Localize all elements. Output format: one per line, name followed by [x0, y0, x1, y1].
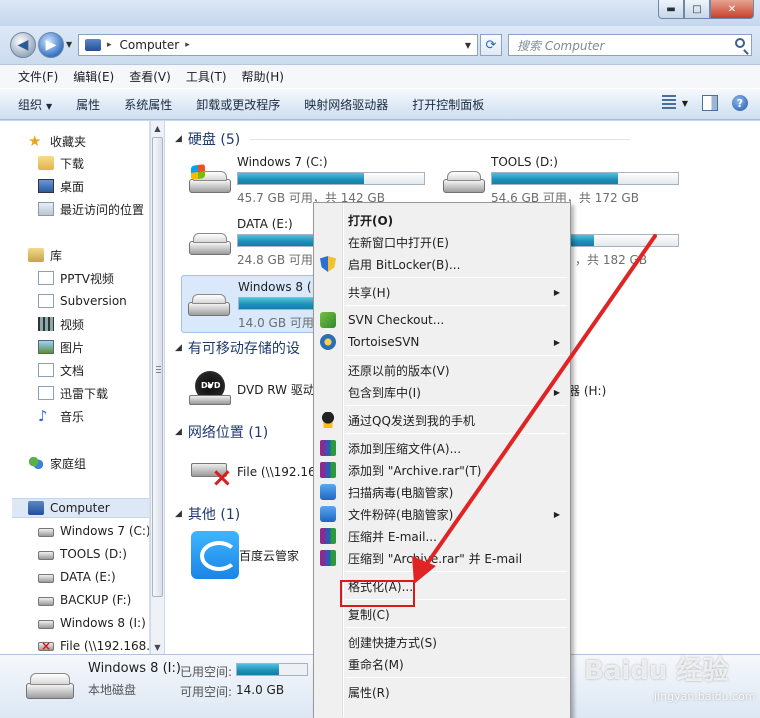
watermark-logo: Baidu 经验: [584, 656, 729, 686]
explorer-window: ▬ □ ✕ ◀ ▶ ▼ ▸ Computer ▸ ▼ ⟳ 搜索 Computer…: [0, 0, 760, 718]
arrow-shaft: [422, 234, 657, 570]
arrow-head: [412, 556, 436, 584]
annotation-arrow: [412, 234, 657, 584]
watermark-url: jingyan.baidu.com: [654, 690, 756, 703]
